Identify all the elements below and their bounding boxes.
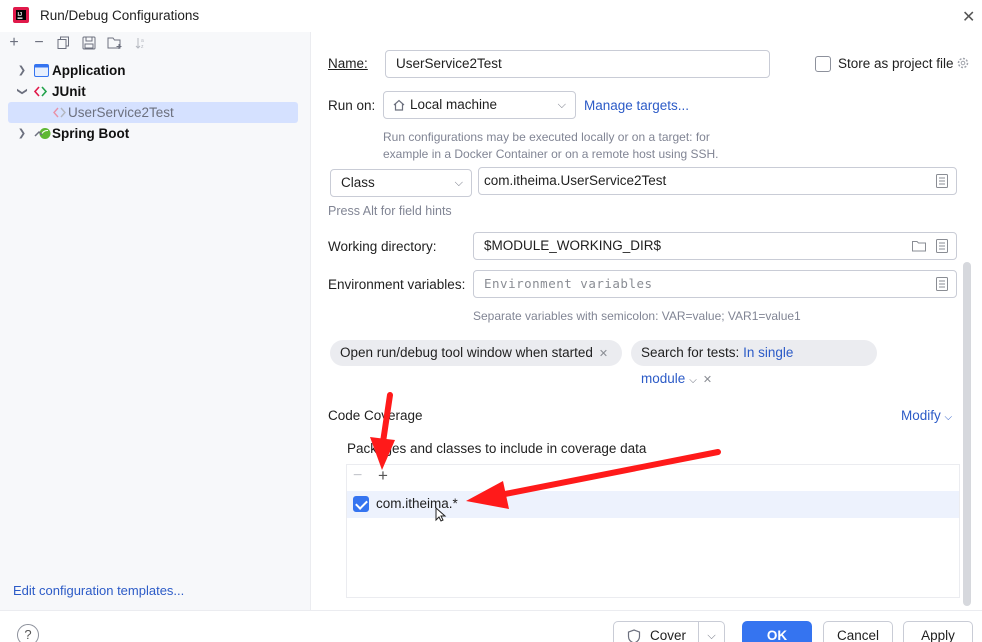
chip-label: Open run/debug tool window when started xyxy=(340,345,593,360)
environment-variables-placeholder: Environment variables xyxy=(484,276,653,291)
ok-button[interactable]: OK xyxy=(742,621,812,642)
chevron-right-icon[interactable]: ❯ xyxy=(16,123,28,144)
chevron-down-icon[interactable]: ⌵ xyxy=(698,622,724,642)
coverage-shield-icon xyxy=(627,629,641,642)
gear-icon[interactable] xyxy=(956,56,970,70)
name-label: Name: xyxy=(328,56,368,71)
sidebar-toolbar: + − az xyxy=(0,32,311,54)
chevron-down-icon: ⌵ xyxy=(454,177,463,189)
name-field[interactable]: UserService2Test xyxy=(385,50,770,78)
store-as-project-file-label: Store as project file xyxy=(838,56,954,71)
store-as-project-file-checkbox[interactable] xyxy=(815,56,831,72)
expand-text-icon[interactable] xyxy=(936,277,948,291)
spring-boot-icon xyxy=(34,128,51,139)
tree-item-label: Application xyxy=(52,63,126,78)
copy-icon[interactable] xyxy=(57,36,71,50)
expand-text-icon[interactable] xyxy=(936,174,948,188)
close-icon[interactable]: ✕ xyxy=(599,348,608,360)
expand-text-icon[interactable] xyxy=(936,239,948,253)
tree-item-label: UserService2Test xyxy=(68,105,174,120)
sort-icon[interactable]: az xyxy=(134,36,148,50)
coverage-entry-label: com.itheima.* xyxy=(376,496,458,511)
manage-targets-link[interactable]: Manage targets... xyxy=(584,98,689,113)
tree-item-label: Spring Boot xyxy=(52,126,130,141)
folder-icon[interactable] xyxy=(912,240,926,252)
cancel-button[interactable]: Cancel xyxy=(823,621,893,642)
tree-item-spring-boot[interactable]: ❯ Spring Boot xyxy=(8,123,298,144)
field-hint: Press Alt for field hints xyxy=(328,204,452,218)
junit-test-icon xyxy=(53,107,66,118)
help-button[interactable]: ? xyxy=(17,624,39,642)
coverage-subtitle: Packages and classes to include in cover… xyxy=(347,441,647,456)
add-icon[interactable]: + xyxy=(378,466,388,486)
dialog-button-bar: ? Cover ⌵ OK Cancel Apply xyxy=(0,610,982,642)
apply-button[interactable]: Apply xyxy=(903,621,973,642)
window-title: Run/Debug Configurations xyxy=(40,8,200,23)
code-coverage-title: Code Coverage xyxy=(328,408,423,423)
title-bar: IJ Run/Debug Configurations ✕ xyxy=(0,0,982,32)
run-on-hint: Run configurations may be executed local… xyxy=(383,130,710,144)
chip-label: Search for tests: xyxy=(641,345,740,360)
scrollbar[interactable] xyxy=(963,262,971,606)
coverage-entry-checkbox[interactable] xyxy=(353,496,369,512)
environment-variables-label: Environment variables: xyxy=(328,277,466,292)
application-icon xyxy=(34,64,49,77)
cover-label: Cover xyxy=(650,628,687,642)
tree-item-application[interactable]: ❯ Application xyxy=(8,60,298,81)
list-item[interactable]: com.itheima.* xyxy=(347,491,959,518)
chevron-down-icon: ⌵ xyxy=(557,99,566,111)
svg-text:IJ: IJ xyxy=(18,12,23,18)
test-kind-value: Class xyxy=(341,175,375,190)
working-directory-label: Working directory: xyxy=(328,239,437,254)
run-on-value: Local machine xyxy=(410,97,498,112)
home-icon xyxy=(393,99,405,111)
close-icon[interactable]: ✕ xyxy=(703,374,712,386)
cover-button[interactable]: Cover ⌵ xyxy=(613,621,725,642)
configurations-sidebar: + − az ❯ Application ❯ JUnit UserService… xyxy=(0,32,311,610)
chevron-down-icon: ⌵ xyxy=(944,412,953,423)
chevron-down-icon: ⌵ xyxy=(689,375,697,386)
open-tool-window-chip[interactable]: Open run/debug tool window when started ✕ xyxy=(330,340,622,366)
test-kind-select[interactable]: Class ⌵ xyxy=(330,169,472,197)
edit-configuration-templates-link[interactable]: Edit configuration templates... xyxy=(13,583,184,598)
search-for-tests-chip[interactable]: Search for tests: In single module ⌵ ✕ xyxy=(631,340,877,386)
intellij-app-icon: IJ xyxy=(13,7,29,23)
chevron-down-icon[interactable]: ❯ xyxy=(12,86,33,98)
environment-variables-field[interactable]: Environment variables xyxy=(473,270,957,298)
run-on-select[interactable]: Local machine ⌵ xyxy=(383,91,576,119)
modify-link[interactable]: Modify ⌵ xyxy=(901,408,952,423)
save-icon[interactable] xyxy=(82,36,96,50)
run-on-label: Run on: xyxy=(328,98,376,113)
working-directory-field[interactable]: $MODULE_WORKING_DIR$ xyxy=(473,232,957,260)
add-icon[interactable]: + xyxy=(5,34,23,52)
modify-label: Modify xyxy=(901,408,941,423)
coverage-packages-list: − + com.itheima.* xyxy=(346,464,960,598)
svg-text:z: z xyxy=(141,44,144,50)
remove-icon[interactable]: − xyxy=(353,467,362,485)
new-folder-icon[interactable] xyxy=(107,36,123,50)
class-field[interactable]: com.itheima.UserService2Test xyxy=(478,167,957,195)
working-directory-value: $MODULE_WORKING_DIR$ xyxy=(484,238,662,253)
tree-item-label: JUnit xyxy=(52,84,86,99)
coverage-toolbar: − + xyxy=(347,465,959,490)
chevron-right-icon[interactable]: ❯ xyxy=(16,60,28,81)
run-on-hint: example in a Docker Container or on a re… xyxy=(383,147,719,161)
tree-item-userservice2test[interactable]: UserService2Test xyxy=(8,102,298,123)
environment-variables-hint: Separate variables with semicolon: VAR=v… xyxy=(473,309,801,323)
close-icon[interactable]: ✕ xyxy=(962,7,975,27)
junit-icon xyxy=(33,86,48,97)
remove-icon[interactable]: − xyxy=(30,34,48,52)
annotation-arrow-down xyxy=(370,392,395,470)
tree-item-junit[interactable]: ❯ JUnit xyxy=(8,81,298,102)
class-value: com.itheima.UserService2Test xyxy=(484,173,667,188)
